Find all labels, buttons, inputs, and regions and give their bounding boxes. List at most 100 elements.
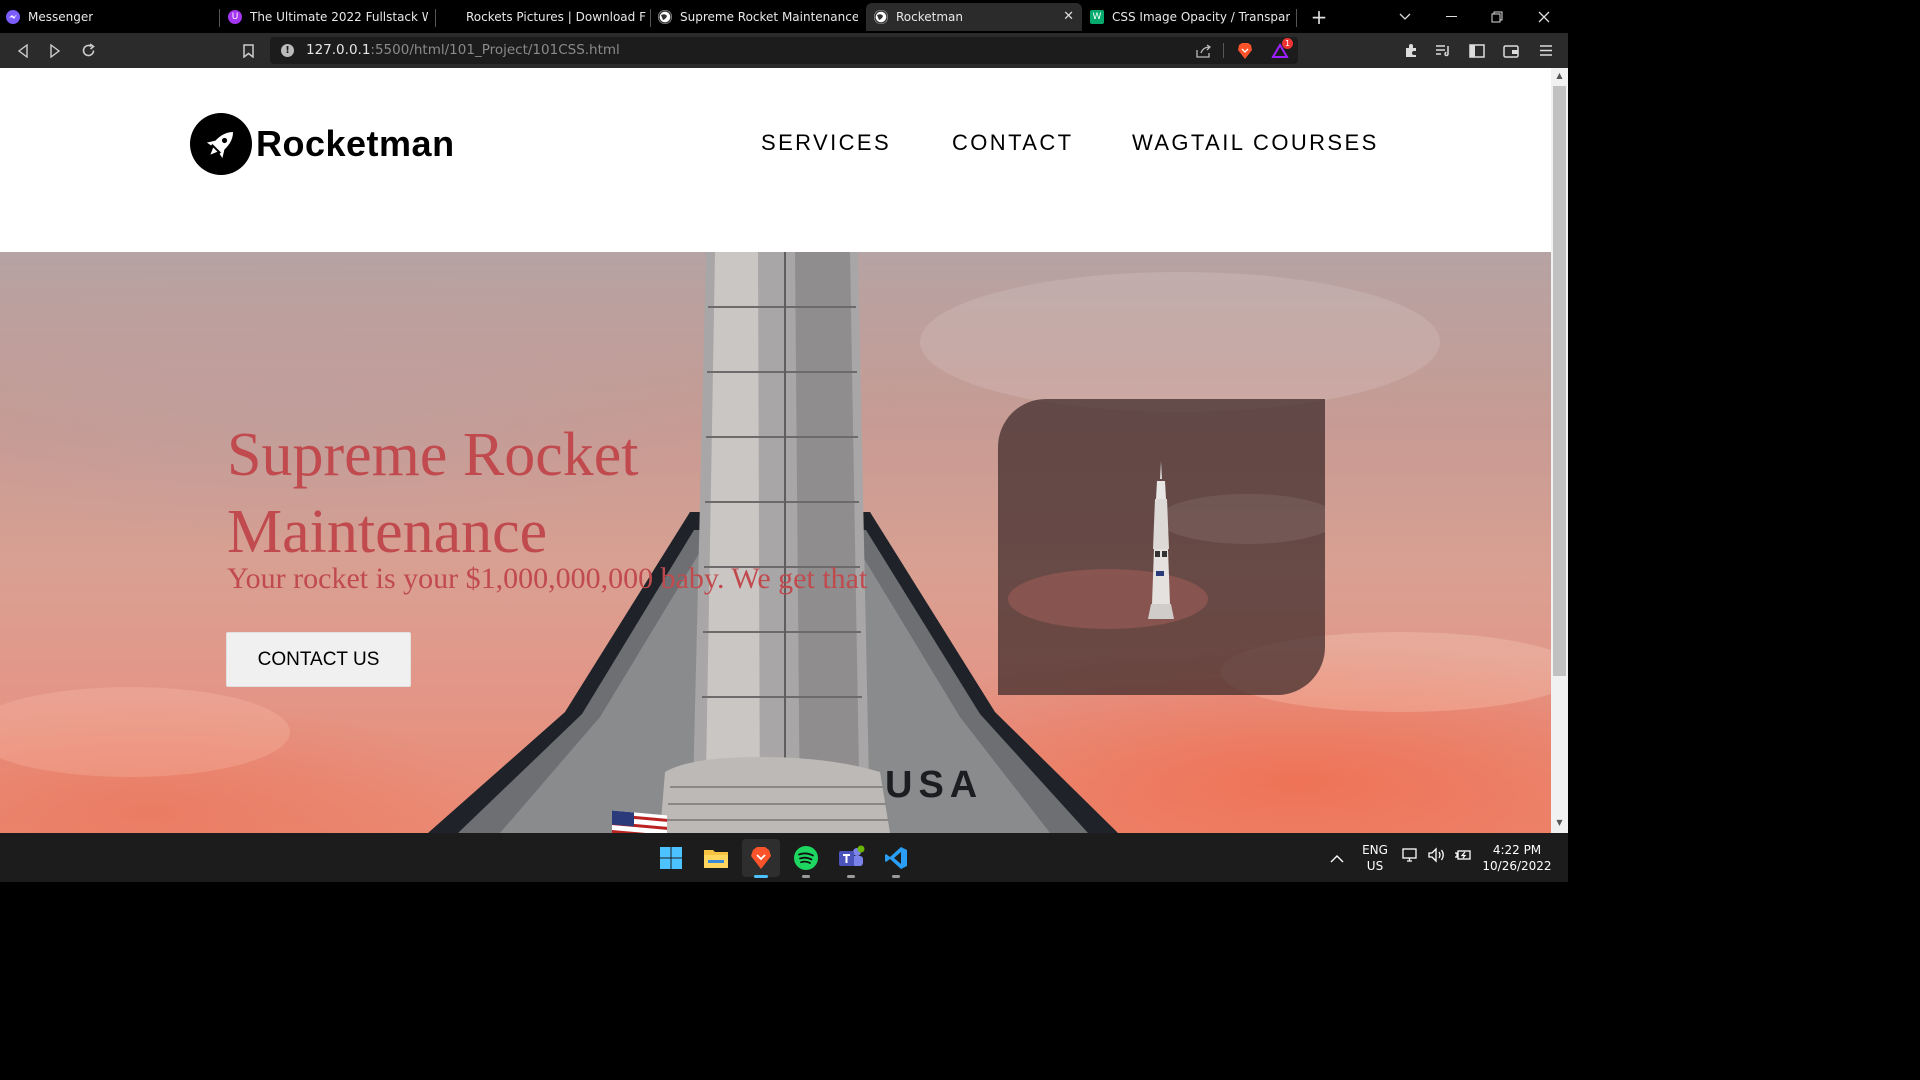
restore-icon [1491, 11, 1503, 22]
scrollbar-thumb[interactable] [1553, 86, 1566, 676]
chevron-up-icon [1330, 855, 1344, 863]
clock-time: 4:22 PM [1492, 843, 1542, 857]
plus-icon: + [1310, 4, 1328, 29]
rocket-image-card [998, 399, 1338, 695]
teams-button[interactable] [832, 839, 870, 878]
playlist-button[interactable] [1428, 33, 1458, 68]
udemy-icon: U [228, 10, 242, 24]
running-app-indicator [892, 875, 900, 878]
chevron-down-icon [1399, 13, 1411, 20]
extensions-button[interactable] [1396, 33, 1426, 68]
page-viewport: Rocketman SERVICES CONTACT WAGTAIL COURS… [0, 68, 1551, 833]
tab-label: The Ultimate 2022 Fullstack Web [250, 10, 428, 24]
back-button[interactable] [8, 33, 38, 68]
minimize-icon [1445, 15, 1457, 17]
brave-rewards-button[interactable]: 1 [1266, 37, 1294, 64]
tab-rocketman-active[interactable]: Rocketman ✕ [866, 3, 1082, 31]
back-arrow-icon [17, 43, 28, 58]
sidebar-button[interactable] [1462, 33, 1492, 68]
start-button[interactable] [652, 839, 690, 877]
tab-label: Messenger [28, 10, 94, 24]
svg-text:USA: USA [885, 764, 983, 806]
network-icon [1402, 848, 1417, 862]
brave-lion-icon [1238, 42, 1252, 59]
tab-css-image-opacity[interactable]: W CSS Image Opacity / Transparenc [1090, 3, 1290, 31]
file-explorer-button[interactable] [697, 839, 735, 877]
rocket-logo-icon [190, 113, 252, 175]
volume-icon [1428, 847, 1444, 863]
tab-label: CSS Image Opacity / Transparenc [1112, 10, 1290, 24]
spotify-icon [794, 846, 818, 870]
globe-icon [658, 10, 672, 24]
site-info-icon[interactable]: ! [281, 44, 294, 57]
show-hidden-icons-button[interactable] [1330, 849, 1344, 868]
site-logo[interactable]: Rocketman [190, 113, 455, 175]
system-tray[interactable] [1402, 847, 1472, 863]
spotify-button[interactable] [787, 839, 825, 878]
reload-button[interactable] [73, 33, 103, 68]
tab-rockets-pictures[interactable]: Rockets Pictures | Download Free [466, 3, 646, 31]
active-app-indicator [754, 875, 768, 878]
language-code: ENG [1362, 843, 1388, 857]
browser-toolbar: ! 127.0.0.1:5500/html/101_Project/101CSS… [0, 33, 1568, 68]
page-scrollbar[interactable]: ▲ ▼ [1551, 68, 1568, 833]
teams-icon [839, 845, 865, 866]
address-bar[interactable]: ! 127.0.0.1:5500/html/101_Project/101CSS… [270, 37, 1298, 64]
url-text: 127.0.0.1:5500/html/101_Project/101CSS.h… [306, 42, 620, 58]
browser-tab-strip: Messenger U The Ultimate 2022 Fullstack … [0, 0, 1568, 33]
language-indicator[interactable]: ENG US [1358, 842, 1392, 874]
nav-services[interactable]: SERVICES [761, 130, 891, 156]
close-window-button[interactable] [1521, 0, 1567, 33]
battery-charging-icon [1455, 850, 1471, 860]
running-app-indicator [802, 875, 810, 878]
forward-arrow-icon [50, 43, 61, 58]
w3schools-icon: W [1090, 10, 1104, 24]
sidebar-icon [1469, 43, 1485, 58]
file-explorer-icon [704, 850, 728, 868]
menu-button[interactable] [1531, 33, 1561, 68]
minimize-button[interactable] [1428, 0, 1474, 33]
bookmark-icon [242, 43, 254, 58]
clock-date: 10/26/2022 [1482, 859, 1552, 873]
tab-label: Rocketman [896, 10, 963, 24]
running-app-indicator [847, 875, 855, 878]
contact-us-button[interactable]: CONTACT US [226, 632, 411, 687]
clock[interactable]: 4:22 PM 10/26/2022 [1478, 842, 1556, 874]
share-icon [1196, 43, 1212, 58]
hero-title: Supreme Rocket Maintenance [227, 417, 639, 571]
restore-button[interactable] [1474, 0, 1520, 33]
playlist-icon [1436, 45, 1449, 57]
windows-taskbar: ENG US 4:22 PM 10/26/2022 [0, 833, 1568, 882]
tab-supreme-rocket-maintenance[interactable]: Supreme Rocket Maintenance - F [658, 3, 858, 31]
wallet-icon [1503, 44, 1519, 58]
nav-wagtail-courses[interactable]: WAGTAIL COURSES [1132, 130, 1379, 156]
close-tab-icon[interactable]: ✕ [1063, 9, 1074, 24]
messenger-icon [6, 10, 20, 24]
scroll-down-icon[interactable]: ▼ [1554, 818, 1565, 830]
share-button[interactable] [1190, 37, 1218, 64]
region-code: US [1366, 859, 1384, 873]
bookmark-button[interactable] [233, 33, 263, 68]
reload-icon [82, 43, 95, 57]
forward-button[interactable] [40, 33, 70, 68]
vscode-button[interactable] [877, 839, 915, 878]
hamburger-menu-icon [1540, 45, 1552, 56]
hero-title-line1: Supreme Rocket [227, 421, 639, 489]
new-tab-button[interactable]: + [1296, 0, 1342, 33]
globe-icon [874, 10, 888, 24]
nav-contact[interactable]: CONTACT [952, 130, 1074, 156]
tab-search-button[interactable] [1382, 0, 1428, 33]
brave-shields-button[interactable] [1231, 37, 1259, 64]
scroll-up-icon[interactable]: ▲ [1554, 71, 1565, 83]
tab-udemy-course[interactable]: U The Ultimate 2022 Fullstack Web [228, 3, 428, 31]
tab-label: Rockets Pictures | Download Free [466, 10, 646, 24]
puzzle-piece-icon [1405, 44, 1416, 57]
tab-label: Supreme Rocket Maintenance - F [680, 10, 858, 24]
wallet-button[interactable] [1496, 33, 1526, 68]
tab-messenger[interactable]: Messenger [6, 3, 214, 31]
vscode-icon [885, 847, 907, 869]
logo-text: Rocketman [256, 123, 455, 164]
saturn-rocket-image [1008, 461, 1338, 629]
notification-badge: 1 [1282, 38, 1293, 49]
brave-browser-button[interactable] [742, 839, 780, 878]
